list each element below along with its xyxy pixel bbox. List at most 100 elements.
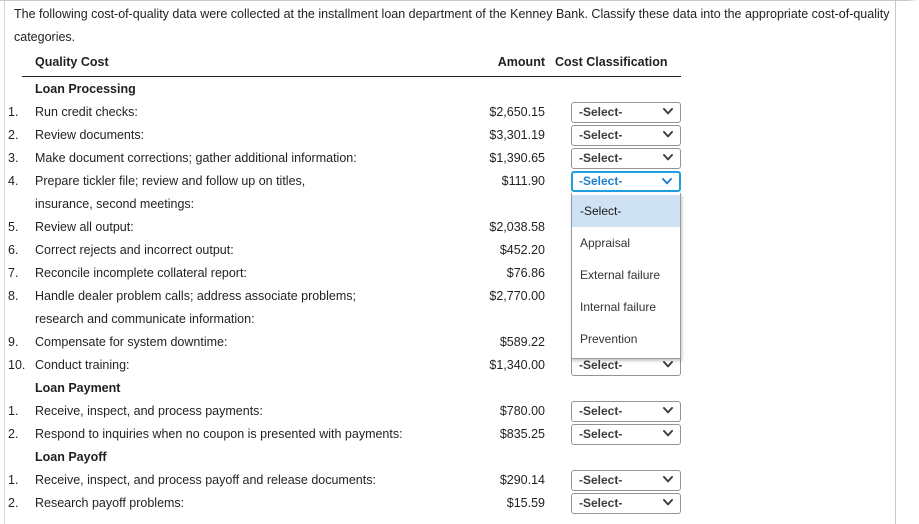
table-row: 1. Run credit checks: $2,650.15 -Select- <box>8 101 681 124</box>
cost-classification-select-15[interactable]: -Select- <box>571 424 681 445</box>
page-container: The following cost-of-quality data were … <box>0 0 919 524</box>
quality-cost-description: Review documents: <box>35 128 145 142</box>
dropdown-option[interactable]: Prevention <box>572 323 680 355</box>
cost-classification-cell: -Select- <box>571 400 681 423</box>
cost-classification-cell: -Select- <box>571 147 681 170</box>
cost-classification-cell: -Select- <box>571 492 681 515</box>
table-body: Loan Processing 1. Run credit checks: $2,65… <box>8 77 681 515</box>
row-number: 2. <box>8 128 19 142</box>
amount-value: $76.86 <box>506 266 545 280</box>
chevron-down-icon <box>662 173 672 192</box>
row-number: 1. <box>8 473 19 487</box>
amount-value: $3,301.19 <box>489 128 545 142</box>
dropdown-option[interactable]: -Select- <box>572 195 680 227</box>
row-number: 2. <box>8 427 19 441</box>
chevron-down-icon <box>663 425 673 444</box>
column-header-cost-classification: Cost Classification <box>555 55 668 69</box>
table-row: 4. Prepare tickler file; review and follo… <box>8 170 681 359</box>
cost-classification-cell: -Select- <box>571 170 681 193</box>
quality-cost-description: Handle dealer problem calls; address ass… <box>35 289 356 303</box>
row-number: 9. <box>8 335 19 349</box>
select-value-label: -Select- <box>579 496 623 510</box>
row-number: 1. <box>8 404 19 418</box>
row-number: 1. <box>8 105 19 119</box>
chevron-down-icon <box>663 103 673 122</box>
amount-value: $290.14 <box>499 473 545 487</box>
group-label: Loan Processing <box>35 82 136 96</box>
quality-cost-description: research and communicate information: <box>35 312 255 326</box>
table-group-row: Loan Processing <box>22 78 681 101</box>
cost-classification-cell: -Select- <box>571 124 681 147</box>
quality-cost-description: Prepare tickler file; review and follow … <box>35 174 306 188</box>
chevron-down-icon <box>663 494 673 513</box>
quality-cost-description: Correct rejects and incorrect output: <box>35 243 234 257</box>
row-number: 2. <box>8 496 19 510</box>
column-header-quality-cost: Quality Cost <box>35 55 109 69</box>
group-label: Loan Payment <box>35 381 121 395</box>
dropdown-option[interactable]: External failure <box>572 259 680 291</box>
quality-cost-description: Reconcile incomplete collateral report: <box>35 266 247 280</box>
cost-classification-select-4[interactable]: -Select- <box>571 171 681 192</box>
quality-cost-description: Compensate for system downtime: <box>35 335 228 349</box>
cost-classification-select-18[interactable]: -Select- <box>571 493 681 514</box>
chevron-down-icon <box>663 149 673 168</box>
table-row: 2. Research payoff problems: $15.59 -Select… <box>8 492 681 515</box>
quality-cost-description: Receive, inspect, and process payoff and… <box>35 473 376 487</box>
row-number: 7. <box>8 266 19 280</box>
table-header-row: Quality Cost Amount Cost Classification <box>22 55 681 77</box>
cost-classification-select-2[interactable]: -Select- <box>571 125 681 146</box>
amount-value: $1,340.00 <box>489 358 545 372</box>
dropdown-option[interactable]: Appraisal <box>572 227 680 259</box>
table-row: 2. Respond to inquiries when no coupon is… <box>8 423 681 446</box>
quality-cost-description: Respond to inquiries when no coupon is p… <box>35 427 403 441</box>
cost-of-quality-table: Quality Cost Amount Cost Classification … <box>8 55 681 515</box>
table-group-row: Loan Payment <box>22 377 681 400</box>
quality-cost-description: Run credit checks: <box>35 105 138 119</box>
group-label: Loan Payoff <box>35 450 107 464</box>
quality-cost-description: Conduct training: <box>35 358 130 372</box>
select-value-label: -Select- <box>579 128 623 142</box>
amount-value: $2,038.58 <box>489 220 545 234</box>
amount-value: $452.20 <box>499 243 545 257</box>
select-value-label: -Select- <box>579 427 623 441</box>
row-number: 3. <box>8 151 19 165</box>
table-row: 1. Receive, inspect, and process payoff a… <box>8 469 681 492</box>
dropdown-option[interactable]: Internal failure <box>572 291 680 323</box>
table-group-row: Loan Payoff <box>22 446 681 469</box>
select-value-label: -Select- <box>579 358 623 372</box>
select-value-label: -Select- <box>579 174 623 188</box>
cost-classification-select-17[interactable]: -Select- <box>571 470 681 491</box>
quality-cost-description: insurance, second meetings: <box>35 197 195 211</box>
amount-value: $780.00 <box>499 404 545 418</box>
select-value-label: -Select- <box>579 151 623 165</box>
chevron-down-icon <box>663 402 673 421</box>
table-row: 2. Review documents: $3,301.19 -Select- <box>8 124 681 147</box>
question-prompt: The following cost-of-quality data were … <box>14 7 890 44</box>
quality-cost-description: Review all output: <box>35 220 134 234</box>
cost-classification-cell: -Select- <box>571 469 681 492</box>
amount-value: $1,390.65 <box>489 151 545 165</box>
cost-classification-select-3[interactable]: -Select- <box>571 148 681 169</box>
amount-value: $2,770.00 <box>489 289 545 303</box>
amount-value: $589.22 <box>499 335 545 349</box>
row-number: 4. <box>8 174 19 188</box>
cost-classification-cell: -Select- <box>571 423 681 446</box>
quality-cost-description: Receive, inspect, and process payments: <box>35 404 263 418</box>
amount-value: $111.90 <box>501 174 545 188</box>
row-number: 5. <box>8 220 19 234</box>
cost-classification-dropdown-list[interactable]: -Select- Appraisal External failure Interna… <box>571 193 681 359</box>
column-header-amount: Amount <box>497 55 545 69</box>
amount-value: $15.59 <box>506 496 545 510</box>
chevron-down-icon <box>663 126 673 145</box>
quality-cost-description: Make document corrections; gather additi… <box>35 151 357 165</box>
amount-value: $2,650.15 <box>489 105 545 119</box>
chevron-down-icon <box>663 471 673 490</box>
cost-classification-select-14[interactable]: -Select- <box>571 401 681 422</box>
quality-cost-description: Research payoff problems: <box>35 496 185 510</box>
cost-classification-select-1[interactable]: -Select- <box>571 102 681 123</box>
select-value-label: -Select- <box>579 473 623 487</box>
table-row: 1. Receive, inspect, and process payments… <box>8 400 681 423</box>
select-value-label: -Select- <box>579 404 623 418</box>
row-number: 6. <box>8 243 19 257</box>
table-row: 3. Make document corrections; gather addi… <box>8 147 681 170</box>
